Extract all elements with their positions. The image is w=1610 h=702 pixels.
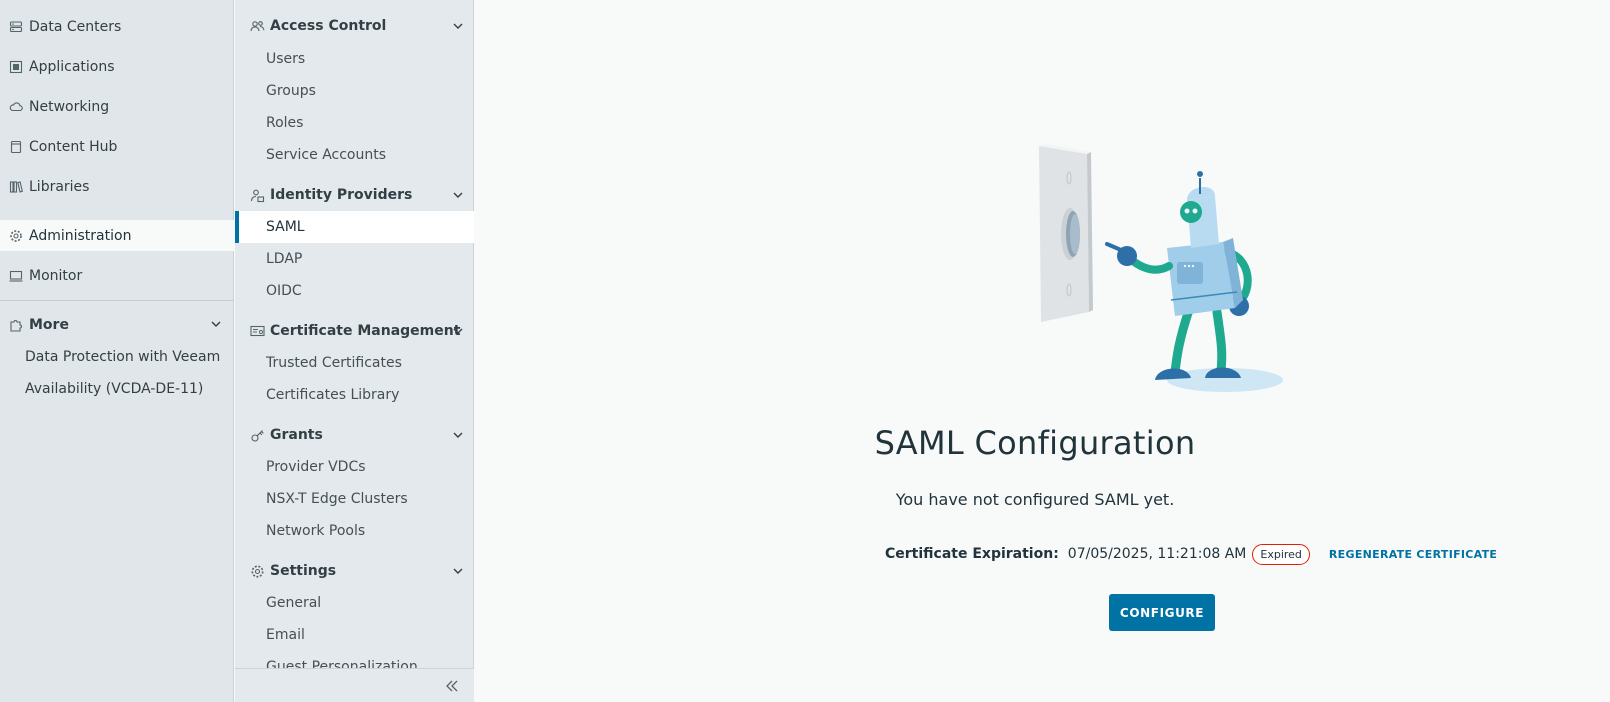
empty-state-message: You have not configured SAML yet. (895, 490, 1175, 509)
libraries-icon (9, 180, 23, 194)
group-access-control[interactable]: Access Control (235, 12, 474, 40)
chevron-down-icon (452, 565, 464, 581)
group-title: Grants (270, 427, 323, 443)
group-title: Identity Providers (270, 187, 413, 203)
key-icon (250, 428, 265, 443)
subnav-email[interactable]: Email (235, 619, 474, 651)
more-label: More (29, 316, 69, 333)
content-hub-icon (9, 140, 23, 154)
nav-item-data-centers[interactable]: Data Centers (0, 11, 234, 42)
nav-item-libraries[interactable]: Libraries (0, 171, 234, 202)
gear-icon (250, 564, 265, 579)
certificate-expiration-value: 07/05/2025, 11:21:08 AM (1067, 546, 1247, 562)
subnav-service-accounts[interactable]: Service Accounts (235, 139, 474, 171)
nav-item-monitor[interactable]: Monitor (0, 260, 234, 291)
secondary-nav: Access Control Users Groups Roles Servic… (235, 0, 474, 702)
subnav-saml[interactable]: SAML (235, 211, 474, 243)
nav-item-label: Networking (29, 98, 110, 115)
chevron-down-icon (452, 429, 464, 445)
subnav-groups[interactable]: Groups (235, 75, 474, 107)
robot-pressing-button-illustration (1037, 140, 1289, 396)
chevron-down-icon (452, 189, 464, 205)
group-title: Access Control (270, 18, 387, 34)
applications-icon (9, 60, 23, 74)
data-center-icon (9, 20, 23, 34)
nav-item-data-protection-veeam[interactable]: Data Protection with Veeam (25, 345, 220, 369)
monitor-icon (9, 269, 23, 283)
group-title: Settings (270, 563, 337, 579)
nav-item-label: Monitor (29, 267, 83, 284)
main-content: SAML Configuration You have not configur… (475, 0, 1610, 702)
subnav-provider-vdcs[interactable]: Provider VDCs (235, 451, 474, 483)
group-settings[interactable]: Settings (235, 557, 474, 585)
certificate-expiration-row: Certificate Expiration: 07/05/2025, 11:2… (885, 541, 1497, 567)
subnav-general[interactable]: General (235, 587, 474, 619)
collapse-bar (235, 668, 474, 702)
nav-item-administration[interactable]: Administration (0, 220, 234, 251)
certificate-expiration-label: Certificate Expiration: (885, 546, 1059, 562)
regenerate-certificate-link[interactable]: REGENERATE CERTIFICATE (1329, 548, 1497, 561)
nav-item-label: Content Hub (29, 138, 118, 155)
chevron-down-icon (210, 318, 222, 334)
group-certificate-management[interactable]: Certificate Management (235, 317, 474, 345)
subnav-ldap[interactable]: LDAP (235, 243, 474, 275)
id-user-icon (250, 188, 265, 203)
nav-item-label: Administration (29, 227, 132, 244)
nav-item-label: Libraries (29, 178, 90, 195)
subnav-roles[interactable]: Roles (235, 107, 474, 139)
group-grants[interactable]: Grants (235, 421, 474, 449)
subnav-certificates-library[interactable]: Certificates Library (235, 379, 474, 411)
group-identity-providers[interactable]: Identity Providers (235, 181, 474, 209)
nav-item-label: Applications (29, 58, 115, 75)
chevron-down-icon (452, 20, 464, 36)
nav-item-networking[interactable]: Networking (0, 91, 234, 122)
nav-item-content-hub[interactable]: Content Hub (0, 131, 234, 162)
subnav-oidc[interactable]: OIDC (235, 275, 474, 307)
nav-item-label: Data Centers (29, 18, 122, 35)
users-icon (250, 19, 265, 34)
certificate-icon (250, 324, 265, 339)
subnav-nsx-t-edge-clusters[interactable]: NSX-T Edge Clusters (235, 483, 474, 515)
subnav-users[interactable]: Users (235, 43, 474, 75)
subnav-network-pools[interactable]: Network Pools (235, 515, 474, 547)
subnav-trusted-certificates[interactable]: Trusted Certificates (235, 347, 474, 379)
status-badge: Expired (1252, 543, 1310, 565)
nav-item-applications[interactable]: Applications (0, 51, 234, 82)
chevron-down-icon (452, 325, 464, 341)
primary-nav: Data Centers Applications Networking Con… (0, 0, 234, 702)
nav-more-toggle[interactable]: More (0, 309, 234, 340)
nav-item-availability[interactable]: Availability (VCDA-DE-11) (25, 377, 203, 401)
group-title: Certificate Management (270, 323, 461, 339)
page-title: SAML Configuration (874, 424, 1196, 462)
puzzle-icon (9, 318, 23, 332)
cloud-network-icon (9, 100, 23, 114)
nav-divider (0, 300, 234, 301)
gear-icon (9, 229, 23, 243)
configure-button[interactable]: CONFIGURE (1109, 594, 1215, 631)
double-chevron-left-icon[interactable] (444, 678, 460, 698)
